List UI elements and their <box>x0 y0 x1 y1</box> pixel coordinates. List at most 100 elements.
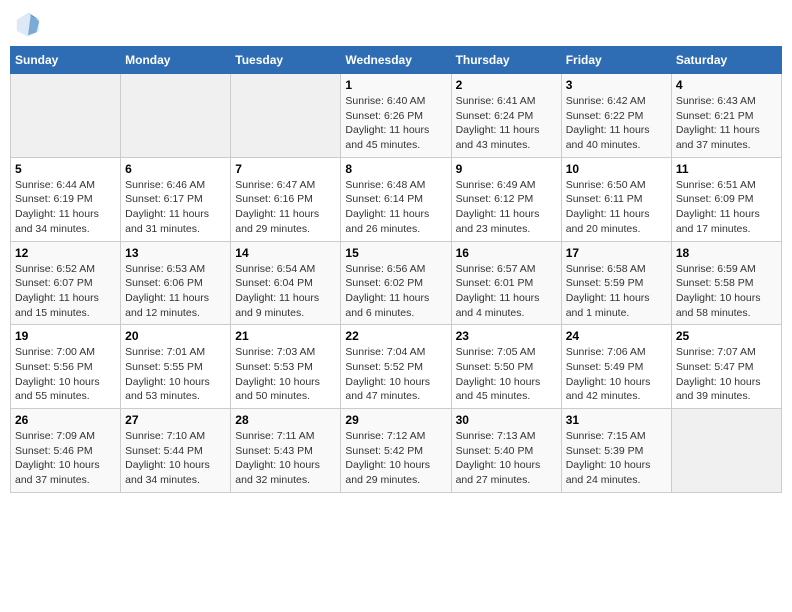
calendar-cell: 4 Sunrise: 6:43 AM Sunset: 6:21 PM Daylig… <box>671 74 781 158</box>
day-number: 14 <box>235 246 336 260</box>
day-info: Sunrise: 7:05 AM Sunset: 5:50 PM Dayligh… <box>456 345 557 404</box>
day-number: 16 <box>456 246 557 260</box>
calendar-cell: 20Sunrise: 7:01 AM Sunset: 5:55 PM Dayli… <box>121 325 231 409</box>
calendar-cell: 24 Sunrise: 7:06 AM Sunset: 5:49 PM Dayli… <box>561 325 671 409</box>
day-number: 23 <box>456 329 557 343</box>
calendar-cell: 3Sunrise: 6:42 AM Sunset: 6:22 PM Daylig… <box>561 74 671 158</box>
day-info: Sunrise: 6:51 AM Sunset: 6:09 PM Dayligh… <box>676 178 777 237</box>
day-number: 17 <box>566 246 667 260</box>
calendar-cell: 31Sunrise: 7:15 AM Sunset: 5:39 PM Dayli… <box>561 409 671 493</box>
day-info: Sunrise: 6:52 AM Sunset: 6:07 PM Dayligh… <box>15 262 116 321</box>
calendar-cell: 2 Sunrise: 6:41 AM Sunset: 6:24 PM Daylig… <box>451 74 561 158</box>
calendar-cell: 6 Sunrise: 6:46 AM Sunset: 6:17 PM Daylig… <box>121 157 231 241</box>
day-number: 19 <box>15 329 116 343</box>
weekday-header-friday: Friday <box>561 47 671 74</box>
day-info: Sunrise: 7:06 AM Sunset: 5:49 PM Dayligh… <box>566 345 667 404</box>
day-info: Sunrise: 6:40 AM Sunset: 6:26 PM Dayligh… <box>345 94 446 153</box>
day-info: Sunrise: 7:03 AM Sunset: 5:53 PM Dayligh… <box>235 345 336 404</box>
day-number: 8 <box>345 162 446 176</box>
calendar-cell <box>11 74 121 158</box>
calendar-cell: 22Sunrise: 7:04 AM Sunset: 5:52 PM Dayli… <box>341 325 451 409</box>
day-info: Sunrise: 6:48 AM Sunset: 6:14 PM Dayligh… <box>345 178 446 237</box>
calendar-cell: 7 Sunrise: 6:47 AM Sunset: 6:16 PM Daylig… <box>231 157 341 241</box>
calendar-cell: 11 Sunrise: 6:51 AM Sunset: 6:09 PM Dayli… <box>671 157 781 241</box>
calendar-cell: 23 Sunrise: 7:05 AM Sunset: 5:50 PM Dayli… <box>451 325 561 409</box>
day-info: Sunrise: 6:43 AM Sunset: 6:21 PM Dayligh… <box>676 94 777 153</box>
day-info: Sunrise: 6:53 AM Sunset: 6:06 PM Dayligh… <box>125 262 226 321</box>
day-info: Sunrise: 7:10 AM Sunset: 5:44 PM Dayligh… <box>125 429 226 488</box>
calendar-cell: 12 Sunrise: 6:52 AM Sunset: 6:07 PM Dayli… <box>11 241 121 325</box>
day-number: 29 <box>345 413 446 427</box>
day-number: 18 <box>676 246 777 260</box>
day-info: Sunrise: 6:57 AM Sunset: 6:01 PM Dayligh… <box>456 262 557 321</box>
calendar-week-row: 5Sunrise: 6:44 AM Sunset: 6:19 PM Daylig… <box>11 157 782 241</box>
day-info: Sunrise: 7:01 AM Sunset: 5:55 PM Dayligh… <box>125 345 226 404</box>
calendar-table: SundayMondayTuesdayWednesdayThursdayFrid… <box>10 46 782 493</box>
day-info: Sunrise: 6:41 AM Sunset: 6:24 PM Dayligh… <box>456 94 557 153</box>
calendar-week-row: 12 Sunrise: 6:52 AM Sunset: 6:07 PM Dayli… <box>11 241 782 325</box>
calendar-cell <box>121 74 231 158</box>
calendar-cell: 17 Sunrise: 6:58 AM Sunset: 5:59 PM Dayli… <box>561 241 671 325</box>
day-number: 25 <box>676 329 777 343</box>
day-info: Sunrise: 7:07 AM Sunset: 5:47 PM Dayligh… <box>676 345 777 404</box>
calendar-cell: 27 Sunrise: 7:10 AM Sunset: 5:44 PM Dayli… <box>121 409 231 493</box>
calendar-cell: 19 Sunrise: 7:00 AM Sunset: 5:56 PM Dayli… <box>11 325 121 409</box>
calendar-cell: 5Sunrise: 6:44 AM Sunset: 6:19 PM Daylig… <box>11 157 121 241</box>
weekday-header-monday: Monday <box>121 47 231 74</box>
day-number: 11 <box>676 162 777 176</box>
logo <box>14 10 46 38</box>
day-number: 3 <box>566 78 667 92</box>
day-number: 1 <box>345 78 446 92</box>
calendar-cell: 28 Sunrise: 7:11 AM Sunset: 5:43 PM Dayli… <box>231 409 341 493</box>
day-number: 9 <box>456 162 557 176</box>
calendar-week-row: 26 Sunrise: 7:09 AM Sunset: 5:46 PM Dayli… <box>11 409 782 493</box>
day-number: 2 <box>456 78 557 92</box>
calendar-week-row: 1 Sunrise: 6:40 AM Sunset: 6:26 PM Daylig… <box>11 74 782 158</box>
day-info: Sunrise: 6:59 AM Sunset: 5:58 PM Dayligh… <box>676 262 777 321</box>
day-info: Sunrise: 7:00 AM Sunset: 5:56 PM Dayligh… <box>15 345 116 404</box>
day-number: 5 <box>15 162 116 176</box>
day-info: Sunrise: 6:47 AM Sunset: 6:16 PM Dayligh… <box>235 178 336 237</box>
day-number: 27 <box>125 413 226 427</box>
calendar-cell: 13 Sunrise: 6:53 AM Sunset: 6:06 PM Dayli… <box>121 241 231 325</box>
day-info: Sunrise: 6:54 AM Sunset: 6:04 PM Dayligh… <box>235 262 336 321</box>
day-info: Sunrise: 6:46 AM Sunset: 6:17 PM Dayligh… <box>125 178 226 237</box>
day-info: Sunrise: 6:58 AM Sunset: 5:59 PM Dayligh… <box>566 262 667 321</box>
logo-icon <box>14 10 42 38</box>
day-number: 26 <box>15 413 116 427</box>
day-number: 6 <box>125 162 226 176</box>
calendar-cell <box>671 409 781 493</box>
calendar-cell: 16 Sunrise: 6:57 AM Sunset: 6:01 PM Dayli… <box>451 241 561 325</box>
calendar-cell: 14 Sunrise: 6:54 AM Sunset: 6:04 PM Dayli… <box>231 241 341 325</box>
calendar-cell: 8 Sunrise: 6:48 AM Sunset: 6:14 PM Daylig… <box>341 157 451 241</box>
day-number: 24 <box>566 329 667 343</box>
weekday-header-saturday: Saturday <box>671 47 781 74</box>
calendar-cell: 30Sunrise: 7:13 AM Sunset: 5:40 PM Dayli… <box>451 409 561 493</box>
day-info: Sunrise: 7:11 AM Sunset: 5:43 PM Dayligh… <box>235 429 336 488</box>
calendar-week-row: 19 Sunrise: 7:00 AM Sunset: 5:56 PM Dayli… <box>11 325 782 409</box>
weekday-header-thursday: Thursday <box>451 47 561 74</box>
day-info: Sunrise: 6:56 AM Sunset: 6:02 PM Dayligh… <box>345 262 446 321</box>
day-number: 7 <box>235 162 336 176</box>
day-info: Sunrise: 7:12 AM Sunset: 5:42 PM Dayligh… <box>345 429 446 488</box>
calendar-cell: 21Sunrise: 7:03 AM Sunset: 5:53 PM Dayli… <box>231 325 341 409</box>
day-info: Sunrise: 7:15 AM Sunset: 5:39 PM Dayligh… <box>566 429 667 488</box>
day-info: Sunrise: 7:13 AM Sunset: 5:40 PM Dayligh… <box>456 429 557 488</box>
day-info: Sunrise: 6:50 AM Sunset: 6:11 PM Dayligh… <box>566 178 667 237</box>
calendar-cell <box>231 74 341 158</box>
calendar-cell: 25 Sunrise: 7:07 AM Sunset: 5:47 PM Dayli… <box>671 325 781 409</box>
weekday-header-wednesday: Wednesday <box>341 47 451 74</box>
calendar-cell: 29 Sunrise: 7:12 AM Sunset: 5:42 PM Dayli… <box>341 409 451 493</box>
day-info: Sunrise: 6:49 AM Sunset: 6:12 PM Dayligh… <box>456 178 557 237</box>
page-header <box>10 10 782 38</box>
day-info: Sunrise: 7:09 AM Sunset: 5:46 PM Dayligh… <box>15 429 116 488</box>
calendar-cell: 10 Sunrise: 6:50 AM Sunset: 6:11 PM Dayli… <box>561 157 671 241</box>
calendar-cell: 18 Sunrise: 6:59 AM Sunset: 5:58 PM Dayli… <box>671 241 781 325</box>
day-number: 10 <box>566 162 667 176</box>
day-number: 12 <box>15 246 116 260</box>
day-number: 13 <box>125 246 226 260</box>
calendar-cell: 26 Sunrise: 7:09 AM Sunset: 5:46 PM Dayli… <box>11 409 121 493</box>
day-info: Sunrise: 7:04 AM Sunset: 5:52 PM Dayligh… <box>345 345 446 404</box>
day-number: 28 <box>235 413 336 427</box>
day-number: 4 <box>676 78 777 92</box>
